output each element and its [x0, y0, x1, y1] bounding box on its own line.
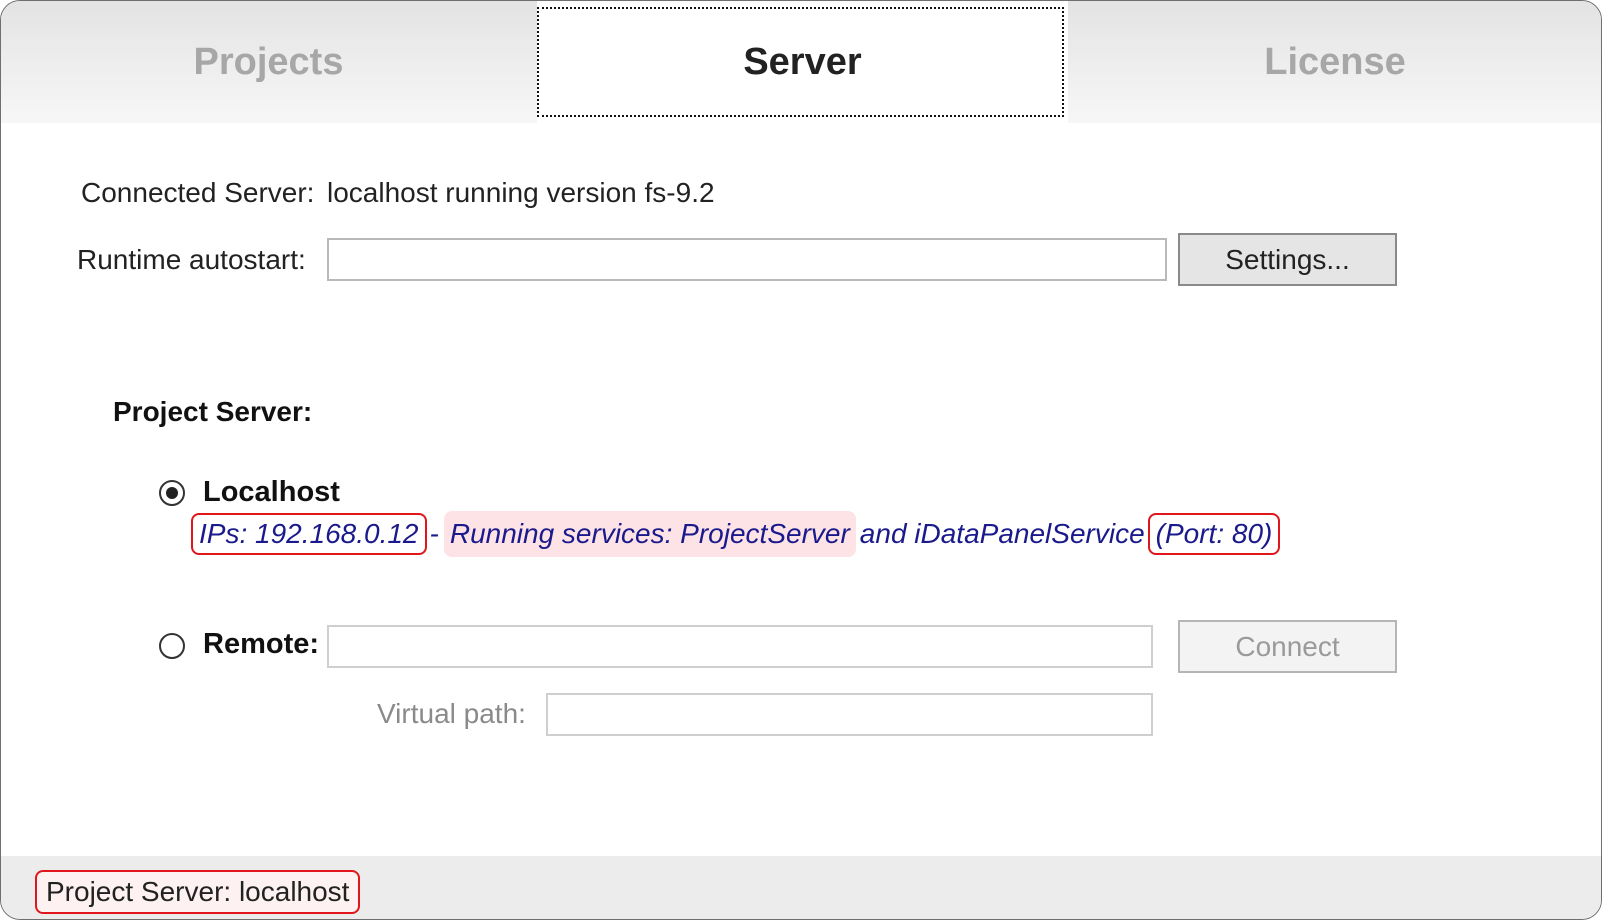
status-bar: Project Server: localhost: [1, 856, 1601, 919]
project-server-title: Project Server:: [113, 396, 313, 427]
connect-button-label: Connect: [1235, 630, 1340, 662]
server-settings-window: Projects Server License Connected Server…: [0, 0, 1602, 920]
remote-address-field[interactable]: [327, 625, 1153, 668]
ips-highlight: IPs: 192.168.0.12: [191, 513, 427, 555]
tab-license-label: License: [1264, 40, 1406, 83]
tab-server[interactable]: Server: [537, 1, 1068, 123]
info-separator: -: [429, 518, 439, 549]
settings-button-label: Settings...: [1225, 243, 1350, 275]
remote-radio-label[interactable]: Remote:: [203, 628, 319, 661]
localhost-radio-label[interactable]: Localhost: [203, 476, 340, 509]
tab-server-label: Server: [743, 40, 862, 83]
localhost-radio[interactable]: [159, 480, 185, 506]
services-highlight: Running services: ProjectServer: [443, 511, 856, 557]
port-text: (Port: 80): [1155, 518, 1273, 549]
settings-button[interactable]: Settings...: [1178, 233, 1397, 286]
remote-radio[interactable]: [159, 633, 185, 659]
connected-server-value: localhost running version fs-9.2: [327, 177, 715, 208]
port-highlight: (Port: 80): [1147, 513, 1281, 555]
status-bar-text: Project Server: localhost: [35, 870, 361, 914]
services-text: Running services: ProjectServer: [449, 518, 850, 549]
services-tail-text: and iDataPanelService: [859, 518, 1145, 549]
runtime-autostart-field[interactable]: [327, 238, 1167, 281]
virtual-path-label: Virtual path:: [377, 698, 526, 729]
connect-button[interactable]: Connect: [1178, 620, 1397, 673]
virtual-path-field[interactable]: [546, 693, 1153, 736]
tab-projects[interactable]: Projects: [1, 1, 536, 123]
tab-strip: Projects Server License: [1, 1, 1601, 123]
connected-server-label: Connected Server:: [81, 177, 315, 208]
localhost-info-line: IPs: 192.168.0.12 - Running services: Pr…: [191, 511, 1281, 557]
runtime-autostart-label: Runtime autostart:: [77, 244, 306, 275]
tab-projects-label: Projects: [193, 40, 344, 83]
ips-text: IPs: 192.168.0.12: [199, 518, 419, 549]
tab-license[interactable]: License: [1069, 1, 1601, 123]
